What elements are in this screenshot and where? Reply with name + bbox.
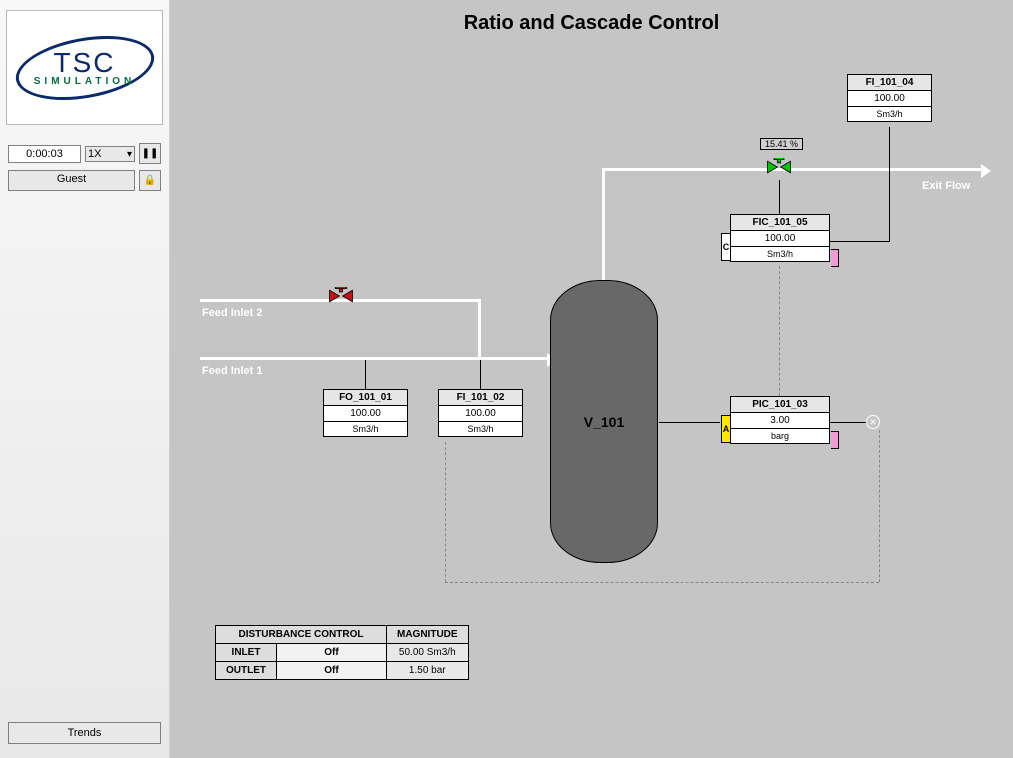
pipe-feed-inlet-1 [200,357,548,360]
tag-PIC_101_03[interactable]: PIC_101_03 3.00 barg A [730,396,830,444]
chevron-down-icon [127,148,132,160]
disturbance-row-outlet: OUTLET Off 1.50 bar [216,662,469,680]
vessel-label: V_101 [584,414,624,430]
tag-FI_101_04[interactable]: FI_101_04 100.00 Sm3/h [847,74,932,122]
disturbance-table: DISTURBANCE CONTROL MAGNITUDE INLET Off … [215,625,469,680]
connector-vessel-to-PIC [659,422,720,423]
connector-FI_101_02 [480,360,481,389]
tag-FIC_101_05-flag [831,249,839,267]
label-feed-inlet-2: Feed Inlet 2 [202,307,263,319]
label-exit-flow: Exit Flow [922,180,970,192]
label-feed-inlet-1: Feed Inlet 1 [202,365,263,377]
sim-clock: 0:00:03 [8,145,81,163]
logo-subtext: SIMULATION [34,77,135,87]
signal-FIC-to-PIC [779,266,780,396]
tag-PIC_101_03-value: 3.00 [731,413,829,429]
tag-FIC_101_05-value: 100.00 [731,231,829,247]
tag-FIC_101_05-name: FIC_101_05 [731,215,829,231]
disturbance-outlet-mag[interactable]: 1.50 bar [387,662,469,680]
disturbance-outlet-label: OUTLET [216,662,277,680]
signal-loop-right [879,430,880,582]
sidebar: TSC SIMULATION 0:00:03 1X ❚❚ Guest 🔒 Tre… [0,0,170,758]
tag-FIC_101_05[interactable]: FIC_101_05 100.00 Sm3/h C [730,214,830,262]
disturbance-outlet-toggle[interactable]: Off [277,662,387,680]
pipe-vessel-to-exit-v [602,168,605,281]
connector-FIC-up [889,168,890,241]
tag-FIC_101_05-mode: C [721,233,731,261]
tag-FO_101_01-unit: Sm3/h [324,422,407,436]
tag-FI_101_02-name: FI_101_02 [439,390,522,406]
signal-loop-left [445,442,446,582]
connector-FI_101_04 [889,127,890,168]
logo-text: TSC [53,47,115,78]
pause-button[interactable]: ❚❚ [139,143,161,164]
tag-FI_101_04-name: FI_101_04 [848,75,931,91]
tag-PIC_101_03-name: PIC_101_03 [731,397,829,413]
connector-PIC-right [830,422,866,423]
logo: TSC SIMULATION [6,10,163,125]
disturbance-inlet-mag[interactable]: 50.00 Sm3/h [387,644,469,662]
disturbance-inlet-label: INLET [216,644,277,662]
tag-FI_101_04-unit: Sm3/h [848,107,931,121]
user-button[interactable]: Guest [8,170,135,191]
control-valve-exit[interactable] [765,158,793,176]
tag-PIC_101_03-unit: barg [731,429,829,443]
connector-FIC-valve [779,180,780,214]
page-title: Ratio and Cascade Control [170,12,1013,35]
disturbance-header-ctrl: DISTURBANCE CONTROL [216,626,387,644]
speed-select[interactable]: 1X [85,146,135,162]
tag-FO_101_01-value: 100.00 [324,406,407,422]
tag-FO_101_01[interactable]: FO_101_01 100.00 Sm3/h [323,389,408,437]
tag-FI_101_02[interactable]: FI_101_02 100.00 Sm3/h [438,389,523,437]
manual-valve-feed2[interactable] [327,287,355,305]
tag-PIC_101_03-flag [831,431,839,449]
node-icon: ✕ [866,415,880,429]
lock-icon: 🔒 [144,175,156,186]
signal-loop-bottom [445,582,879,583]
disturbance-row-inlet: INLET Off 50.00 Sm3/h [216,644,469,662]
tag-FI_101_02-value: 100.00 [439,406,522,422]
process-canvas: Ratio and Cascade Control Exit Flow 15.4… [170,0,1013,758]
tag-FO_101_01-name: FO_101_01 [324,390,407,406]
tag-FIC_101_05-unit: Sm3/h [731,247,829,261]
exit-valve-percent: 15.41 % [760,138,803,150]
connector-FIC-right [830,241,890,242]
connector-FO_101_01 [365,360,366,389]
pause-icon: ❚❚ [142,148,159,159]
speed-value: 1X [88,148,101,160]
disturbance-inlet-toggle[interactable]: Off [277,644,387,662]
vessel-V_101[interactable]: V_101 [550,280,658,563]
tag-FI_101_02-unit: Sm3/h [439,422,522,436]
disturbance-header-mag: MAGNITUDE [387,626,469,644]
lock-button[interactable]: 🔒 [139,170,161,191]
tag-PIC_101_03-mode: A [721,415,731,443]
tag-FI_101_04-value: 100.00 [848,91,931,107]
pipe-feed2-drop [478,299,481,359]
trends-button[interactable]: Trends [8,722,161,744]
